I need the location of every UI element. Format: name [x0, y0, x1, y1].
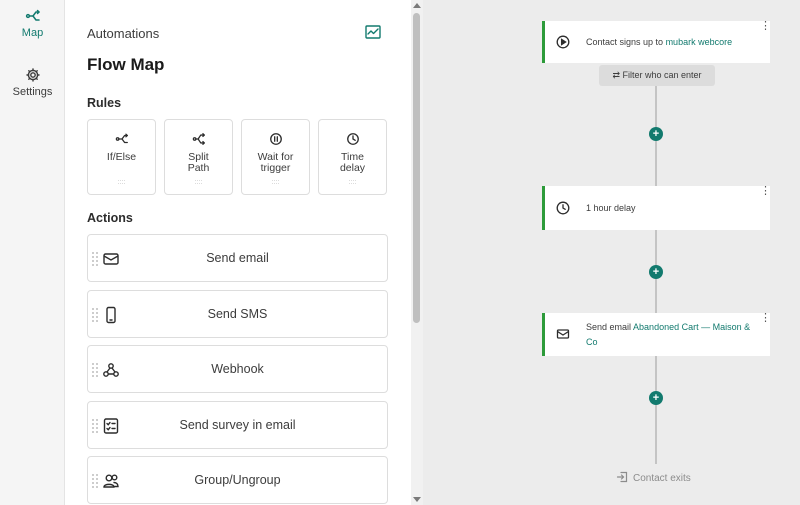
trigger-node[interactable]: Contact signs up to mubark webcore ⋮: [542, 21, 771, 63]
filter-entry-button[interactable]: ⇄ Filter who can enter: [599, 65, 715, 86]
action-label: Send SMS: [207, 307, 268, 321]
play-icon: [556, 35, 570, 49]
nav-map[interactable]: Map: [0, 8, 65, 39]
contact-exits: Contact exits: [616, 471, 691, 484]
pause-icon: [270, 133, 282, 145]
scroll-up-icon[interactable]: [413, 3, 421, 8]
rules-heading: Rules: [87, 96, 122, 110]
kebab-menu-icon[interactable]: ⋮: [760, 186, 771, 197]
envelope-icon: [556, 329, 570, 339]
trigger-prefix: Contact signs up to: [586, 37, 664, 47]
flow-canvas[interactable]: Contact signs up to mubark webcore ⋮ ⇄ F…: [423, 0, 800, 505]
delay-label: 1 hour delay: [586, 203, 636, 213]
action-send-email[interactable]: Send email: [87, 234, 388, 282]
delay-node[interactable]: 1 hour delay ⋮: [542, 186, 771, 230]
kebab-menu-icon[interactable]: ⋮: [760, 313, 771, 324]
flow-chart-icon[interactable]: [365, 25, 381, 39]
add-step-button[interactable]: +: [649, 391, 663, 405]
send-email-node[interactable]: Send email Abandoned Cart — Maison & Co …: [542, 313, 771, 356]
rule-label: Wait for trigger: [257, 151, 294, 174]
split-icon: [192, 133, 205, 145]
nav-map-label: Map: [21, 27, 44, 39]
swap-icon: ⇄: [612, 70, 620, 80]
nav-settings-label: Settings: [12, 86, 53, 98]
action-send-sms[interactable]: Send SMS: [87, 290, 388, 338]
drag-handle-icon[interactable]: ::::: [242, 179, 309, 186]
connector-line: [655, 356, 657, 464]
exit-label: Contact exits: [633, 473, 691, 484]
nav-rail: Map Settings: [0, 0, 65, 505]
action-send-survey[interactable]: Send survey in email: [87, 401, 388, 449]
rule-split-path[interactable]: Split Path ::::: [164, 119, 233, 195]
rule-wait-for-trigger[interactable]: Wait for trigger ::::: [241, 119, 310, 195]
rule-if-else[interactable]: If/Else ::::: [87, 119, 156, 195]
builder-panel: Automations Flow Map Rules If/Else :::: …: [65, 0, 411, 505]
page-title: Flow Map: [87, 55, 165, 74]
email-node-text: Send email Abandoned Cart — Maison & Co: [586, 320, 762, 350]
action-webhook[interactable]: Webhook: [87, 345, 388, 393]
panel-scrollbar[interactable]: [411, 0, 423, 505]
drag-handle-icon[interactable]: ::::: [88, 179, 155, 186]
filter-label: Filter who can enter: [622, 70, 702, 80]
action-label: Send survey in email: [179, 418, 296, 432]
scroll-down-icon[interactable]: [413, 497, 421, 502]
exit-icon: [616, 471, 628, 483]
trigger-text: Contact signs up to mubark webcore: [586, 35, 732, 50]
email-campaign-link-cont[interactable]: Co: [586, 337, 598, 347]
email-prefix: Send email: [586, 322, 632, 332]
kebab-menu-icon[interactable]: ⋮: [760, 21, 771, 32]
branch-icon: [115, 133, 128, 144]
action-label: Send email: [206, 251, 269, 265]
action-label: Webhook: [211, 362, 264, 376]
add-step-button[interactable]: +: [649, 127, 663, 141]
clock-icon: [347, 133, 359, 145]
drag-handle-icon[interactable]: ::::: [165, 179, 232, 186]
rule-time-delay[interactable]: Time delay ::::: [318, 119, 387, 195]
email-campaign-link[interactable]: Abandoned Cart — Maison &: [633, 322, 750, 332]
action-label: Group/Ungroup: [194, 473, 281, 487]
rule-label: If/Else: [106, 151, 137, 163]
branch-icon: [25, 9, 40, 21]
rule-label: Split Path: [187, 151, 210, 174]
nav-settings[interactable]: Settings: [0, 67, 65, 98]
action-group-ungroup[interactable]: Group/Ungroup: [87, 456, 388, 504]
rule-label: Time delay: [339, 151, 366, 174]
actions-heading: Actions: [87, 211, 133, 225]
breadcrumb[interactable]: Automations: [87, 26, 159, 41]
scroll-thumb[interactable]: [413, 13, 420, 323]
add-step-button[interactable]: +: [649, 265, 663, 279]
trigger-list-link[interactable]: mubark webcore: [666, 37, 733, 47]
gear-icon: [25, 68, 40, 82]
clock-icon: [556, 201, 570, 215]
drag-handle-icon[interactable]: ::::: [319, 179, 386, 186]
